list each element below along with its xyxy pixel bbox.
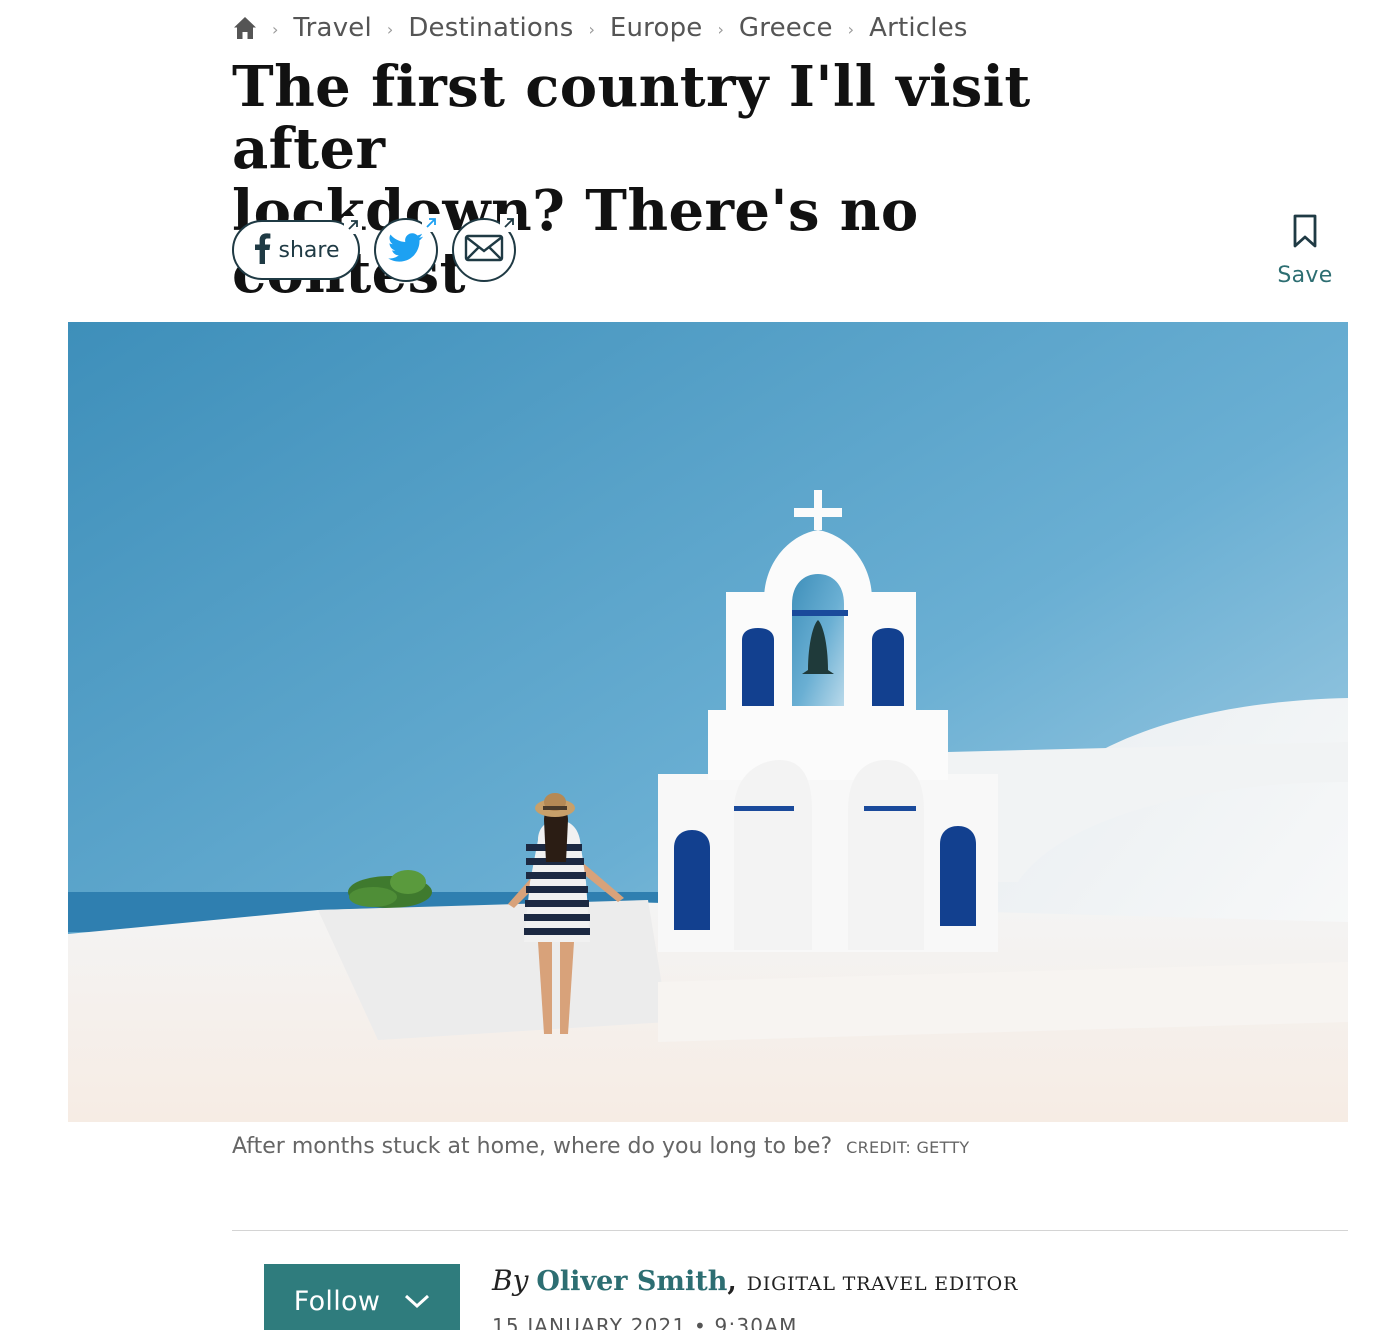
external-link-icon — [344, 216, 362, 234]
facebook-share-button[interactable]: share — [232, 216, 362, 280]
headline-line-1: The first country I'll visit after — [232, 54, 1031, 182]
byline: By Oliver Smith , Digital Travel Editor — [492, 1264, 1018, 1297]
divider — [232, 1230, 1348, 1231]
chevron-right-icon: › — [588, 19, 595, 39]
twitter-share-button[interactable] — [374, 214, 440, 282]
caption-credit: CREDIT: GETTY — [846, 1138, 970, 1157]
save-button[interactable]: Save — [1270, 214, 1340, 288]
follow-button[interactable]: Follow — [264, 1264, 460, 1330]
byline-comma: , — [727, 1266, 737, 1297]
byline-by: By — [492, 1264, 529, 1297]
facebook-share-label: share — [278, 237, 340, 263]
caption-text: After months stuck at home, where do you… — [232, 1134, 833, 1159]
external-link-icon — [500, 214, 518, 232]
chevron-right-icon: › — [847, 19, 855, 39]
external-link-icon — [422, 214, 440, 232]
author-role: Digital Travel Editor — [746, 1273, 1019, 1295]
breadcrumb-greece[interactable]: Greece — [739, 13, 833, 43]
chevron-right-icon: › — [386, 19, 394, 39]
email-share-button[interactable] — [452, 214, 518, 282]
email-icon — [464, 234, 504, 267]
chevron-down-icon — [404, 1293, 430, 1309]
home-icon[interactable] — [232, 15, 258, 41]
image-caption: After months stuck at home, where do you… — [232, 1134, 970, 1159]
save-label: Save — [1277, 263, 1333, 288]
publish-date: 15 JANUARY 2021 • 9:30AM — [492, 1314, 798, 1330]
bookmark-icon — [1293, 214, 1317, 253]
breadcrumb: › Travel › Destinations › Europe › Greec… — [232, 8, 968, 48]
follow-label: Follow — [293, 1285, 381, 1317]
author-link[interactable]: Oliver Smith — [536, 1266, 727, 1297]
chevron-right-icon: › — [272, 19, 279, 39]
hero-image — [68, 322, 1348, 1122]
breadcrumb-europe[interactable]: Europe — [610, 13, 703, 43]
facebook-icon — [253, 232, 271, 269]
share-bar: share — [232, 214, 518, 282]
breadcrumb-travel[interactable]: Travel — [293, 13, 372, 43]
breadcrumb-destinations[interactable]: Destinations — [408, 13, 573, 43]
chevron-right-icon: › — [717, 19, 724, 39]
breadcrumb-articles[interactable]: Articles — [869, 13, 968, 43]
twitter-icon — [388, 232, 424, 268]
